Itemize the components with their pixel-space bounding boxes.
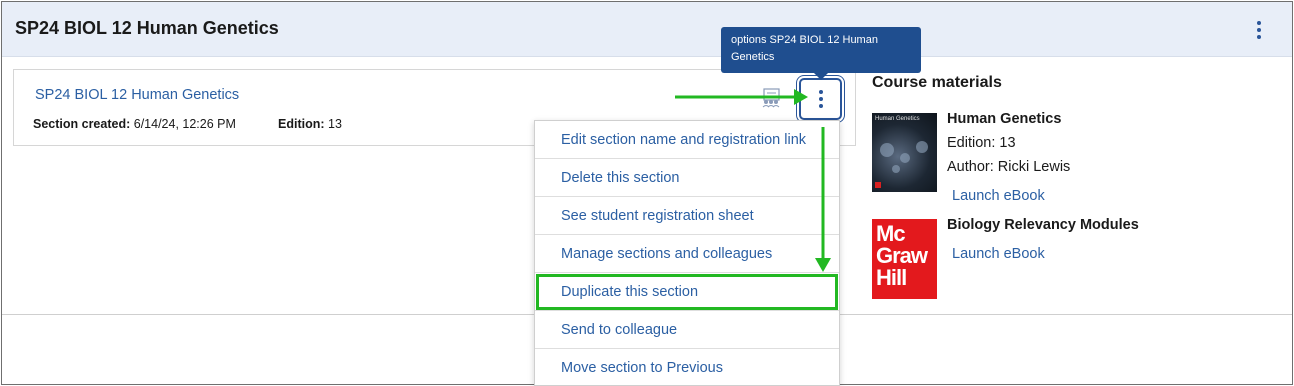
- book-title: Biology Relevancy Modules: [947, 217, 1139, 233]
- cover-graphic: [900, 153, 910, 163]
- launch-ebook-link[interactable]: Launch eBook: [952, 188, 1045, 204]
- course-options-button[interactable]: [1249, 17, 1269, 43]
- cover-graphic: [880, 143, 894, 157]
- course-title: SP24 BIOL 12 Human Genetics: [15, 18, 279, 38]
- publisher-mark: [875, 182, 881, 188]
- menu-item-move-section[interactable]: Move section to Previous: [535, 349, 839, 385]
- section-created-label: Section created:: [33, 117, 131, 131]
- menu-item-send-to-colleague[interactable]: Send to colleague: [535, 311, 839, 349]
- vertical-ellipsis-dot: [818, 97, 823, 101]
- vertical-ellipsis-dot: [818, 104, 823, 108]
- section-created: Section created: 6/14/24, 12:26 PM: [33, 117, 236, 131]
- section-options-button[interactable]: [799, 78, 842, 120]
- registration-sheet-icon[interactable]: [760, 88, 782, 108]
- course-header: SP24 BIOL 12 Human Genetics: [2, 2, 1292, 57]
- menu-item-duplicate-section[interactable]: Duplicate this section: [535, 273, 839, 311]
- section-edition-value: 13: [328, 117, 342, 131]
- section-options-menu: Edit section name and registration link …: [534, 120, 840, 386]
- launch-ebook-link[interactable]: Launch eBook: [952, 246, 1045, 262]
- menu-item-delete-section[interactable]: Delete this section: [535, 159, 839, 197]
- cover-graphic: [916, 141, 928, 153]
- menu-item-edit-section[interactable]: Edit section name and registration link: [535, 121, 839, 159]
- menu-item-registration-sheet[interactable]: See student registration sheet: [535, 197, 839, 235]
- cover-title: Human Genetics: [875, 116, 920, 122]
- section-name-link[interactable]: SP24 BIOL 12 Human Genetics: [35, 87, 239, 103]
- section-edition: Edition: 13: [278, 117, 342, 131]
- vertical-ellipsis-icon: [1257, 21, 1261, 25]
- options-tooltip: options SP24 BIOL 12 Human Genetics: [721, 27, 921, 73]
- mcgraw-hill-logo: Mc Graw Hill: [872, 219, 937, 299]
- vertical-ellipsis-dot: [1257, 35, 1261, 39]
- book-author: Author: Ricki Lewis: [947, 159, 1071, 175]
- vertical-ellipsis-dot: [1257, 28, 1261, 32]
- book-title: Human Genetics: [947, 111, 1062, 127]
- menu-item-manage-sections[interactable]: Manage sections and colleagues: [535, 235, 839, 273]
- tooltip-arrow: [813, 72, 829, 80]
- section-created-value: 6/14/24, 12:26 PM: [133, 117, 236, 131]
- human-genetics-cover: Human Genetics: [872, 113, 937, 192]
- section-edition-label: Edition:: [278, 117, 325, 131]
- book-edition: Edition: 13: [947, 135, 1016, 151]
- course-materials-title: Course materials: [872, 74, 1002, 91]
- vertical-ellipsis-icon: [818, 90, 823, 94]
- cover-graphic: [892, 165, 900, 173]
